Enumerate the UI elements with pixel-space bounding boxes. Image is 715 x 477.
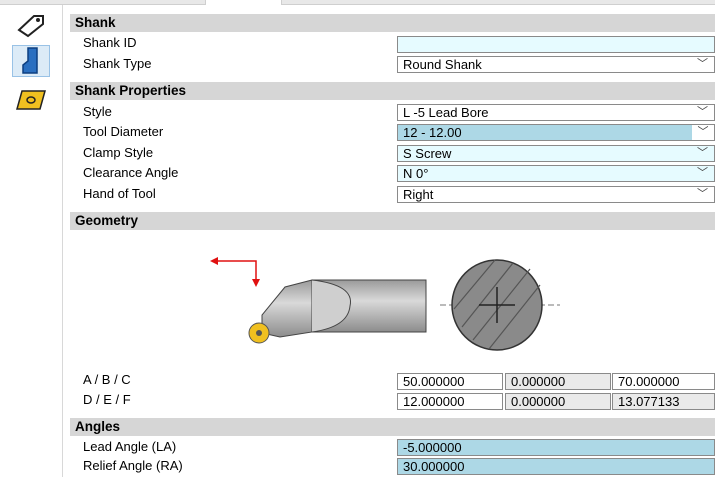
tool-tag-button[interactable]: [13, 10, 49, 40]
tool-tag-icon: [17, 15, 44, 38]
active-tab[interactable]: [205, 0, 282, 5]
shank-geometry-diagram: [210, 257, 560, 351]
hand-of-tool-select[interactable]: Right ﹀: [397, 186, 715, 203]
clearance-angle-label: Clearance Angle: [83, 165, 179, 180]
left-toolbar: [0, 5, 63, 477]
chevron-down-icon: ﹀: [697, 106, 708, 118]
relief-angle-label: Relief Angle (RA): [83, 458, 183, 473]
c-field[interactable]: 70.000000: [612, 373, 715, 390]
d-field[interactable]: 12.000000: [397, 393, 503, 410]
def-label: D / E / F: [83, 392, 131, 407]
left-arrowhead: [210, 257, 218, 265]
chevron-down-icon: ﹀: [692, 125, 714, 140]
clamp-style-select[interactable]: S Screw ﹀: [397, 145, 715, 162]
style-value: L -5 Lead Bore: [403, 105, 489, 120]
shank-id-label: Shank ID: [83, 35, 137, 50]
shank-type-select[interactable]: Round Shank ﹀: [397, 56, 715, 73]
e-field[interactable]: 0.000000: [505, 393, 611, 410]
clamp-style-value: S Screw: [403, 146, 452, 161]
shank-head: [261, 279, 313, 338]
abc-label: A / B / C: [83, 372, 131, 387]
tool-diameter-label: Tool Diameter: [83, 124, 164, 139]
f-field[interactable]: 13.077133: [612, 393, 715, 410]
chevron-down-icon: ﹀: [697, 147, 708, 159]
tool-diameter-select[interactable]: 12 - 12.00 ﹀: [397, 124, 715, 141]
style-label: Style: [83, 104, 112, 119]
tool-diameter-value: 12 - 12.00: [403, 125, 462, 140]
insert-button[interactable]: [13, 85, 49, 115]
clearance-angle-select[interactable]: N 0° ﹀: [397, 165, 715, 182]
relief-angle-field[interactable]: 30.000000: [397, 458, 715, 475]
insert-hole: [256, 330, 262, 336]
top-tab-strip: [0, 0, 715, 5]
angles-header: Angles: [70, 418, 715, 436]
geometry-header: Geometry: [70, 212, 715, 230]
shank-header: Shank: [70, 14, 715, 32]
clearance-angle-value: N 0°: [403, 166, 429, 181]
chevron-down-icon: ﹀: [697, 167, 708, 179]
hand-of-tool-label: Hand of Tool: [83, 186, 156, 201]
direction-arrow: [218, 260, 257, 281]
hand-of-tool-value: Right: [403, 187, 434, 202]
shank-type-value: Round Shank: [403, 57, 482, 72]
down-arrowhead: [252, 279, 260, 287]
clamp-style-label: Clamp Style: [83, 145, 154, 160]
shank-type-label: Shank Type: [83, 56, 152, 71]
chevron-down-icon: ﹀: [697, 188, 708, 200]
shank-properties-header: Shank Properties: [70, 82, 715, 100]
shank-icon: [22, 47, 38, 74]
lead-angle-field[interactable]: -5.000000: [397, 439, 715, 456]
b-field[interactable]: 0.000000: [505, 373, 611, 390]
chevron-down-icon: ﹀: [697, 58, 708, 70]
insert-icon: [16, 90, 46, 110]
lead-angle-label: Lead Angle (LA): [83, 439, 177, 454]
shank-button[interactable]: [12, 45, 50, 77]
style-select[interactable]: L -5 Lead Bore ﹀: [397, 104, 715, 121]
a-field[interactable]: 50.000000: [397, 373, 503, 390]
shank-id-field[interactable]: [397, 36, 715, 53]
